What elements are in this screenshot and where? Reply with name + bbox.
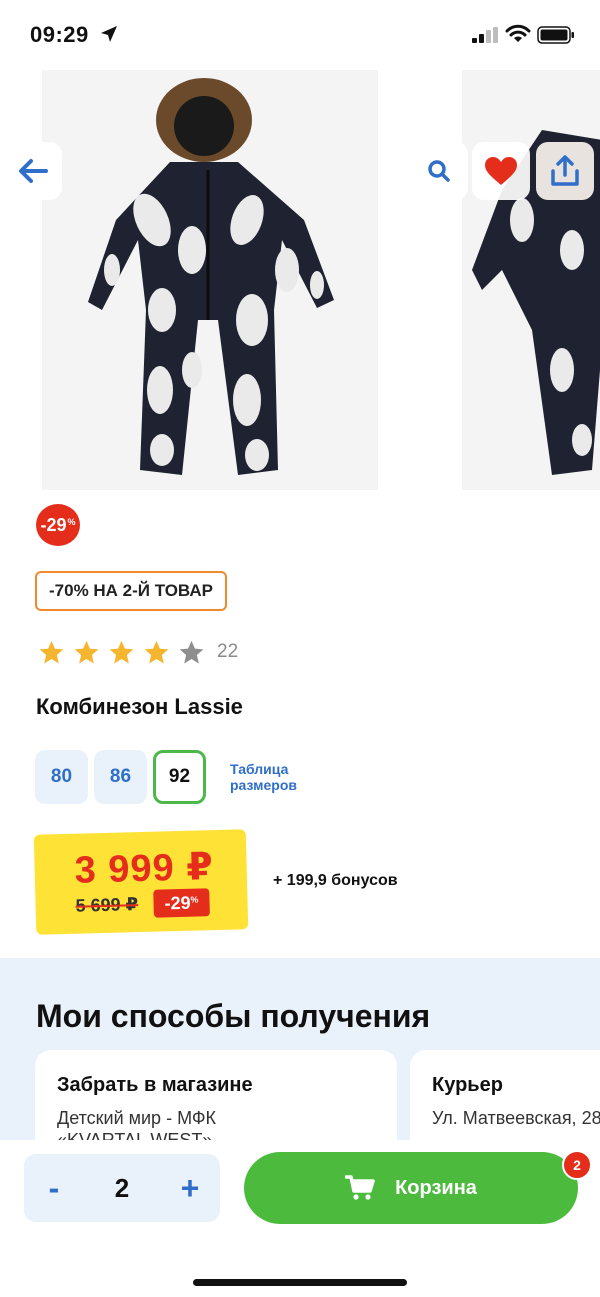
rating[interactable]: 22: [38, 638, 238, 666]
search-button[interactable]: [410, 142, 468, 200]
bottom-bar: - 2 + Корзина 2: [0, 1140, 600, 1297]
old-price: 5 699 ₽: [75, 894, 139, 916]
signal-icon: [472, 27, 498, 43]
cart-icon: [345, 1175, 375, 1200]
rating-count: 22: [217, 641, 239, 662]
price-tag: 3 999 ₽ 5 699 ₽ -29%: [33, 829, 249, 935]
wifi-icon: [505, 24, 531, 42]
decrement-button[interactable]: -: [44, 1172, 64, 1204]
size-selector: 80 86 92 Таблица размеров: [35, 750, 320, 804]
star-filled-icon: [74, 640, 99, 664]
cart-button-label: Корзина: [395, 1176, 477, 1199]
product-photo-next[interactable]: [462, 70, 600, 490]
search-icon: [428, 160, 450, 182]
heart-icon: [485, 157, 517, 185]
share-icon: [551, 155, 579, 186]
bonus-label: + 199,9 бонусов: [273, 872, 398, 889]
price-discount-suffix: %: [190, 894, 199, 905]
discount-badge: -29%: [36, 504, 80, 546]
size-option-selected[interactable]: 92: [153, 750, 206, 804]
courier-address: Ул. Матвеевская, 28: [432, 1108, 600, 1128]
star-filled-icon: [144, 640, 169, 664]
increment-button[interactable]: +: [180, 1172, 200, 1204]
snowsuit-image-next: [472, 130, 600, 475]
product-title: Комбинезон Lassie: [36, 694, 243, 719]
star-empty-icon: [179, 640, 204, 664]
price-discount-value: -29: [164, 892, 191, 913]
size-table-link[interactable]: Таблица размеров: [230, 761, 320, 793]
current-price: 3 999 ₽: [74, 846, 215, 892]
size-option[interactable]: 80: [35, 750, 88, 804]
discount-value: -29: [40, 514, 67, 535]
courier-card-title: Курьер: [432, 1074, 503, 1096]
status-time: 09:29: [30, 22, 89, 47]
price-discount-badge: -29%: [153, 888, 210, 918]
promo-label[interactable]: -70% НА 2-Й ТОВАР: [35, 571, 227, 611]
snowsuit-image: [88, 78, 334, 475]
star-filled-icon: [109, 640, 134, 664]
product-gallery[interactable]: [0, 70, 600, 490]
location-arrow-icon: [101, 26, 117, 42]
product-photo[interactable]: [42, 70, 378, 490]
quantity-stepper: - 2 +: [24, 1154, 220, 1222]
home-indicator: [193, 1279, 407, 1286]
back-arrow-icon: [19, 159, 48, 183]
discount-suffix: %: [67, 517, 76, 527]
quantity-value[interactable]: 2: [115, 1173, 129, 1204]
star-filled-icon: [39, 640, 64, 664]
pickup-card-title: Забрать в магазине: [57, 1074, 253, 1096]
pickup-store-name: Детский мир - МФК: [57, 1108, 217, 1128]
cart-button[interactable]: Корзина: [244, 1152, 578, 1224]
battery-icon: [537, 26, 574, 44]
status-bar: 09:29: [0, 0, 600, 70]
favorite-button[interactable]: [472, 142, 530, 200]
cart-count-badge: 2: [562, 1150, 592, 1180]
share-button[interactable]: [536, 142, 594, 200]
delivery-title: Мои способы получения: [36, 998, 431, 1034]
size-option[interactable]: 86: [94, 750, 147, 804]
back-button[interactable]: [4, 142, 62, 200]
